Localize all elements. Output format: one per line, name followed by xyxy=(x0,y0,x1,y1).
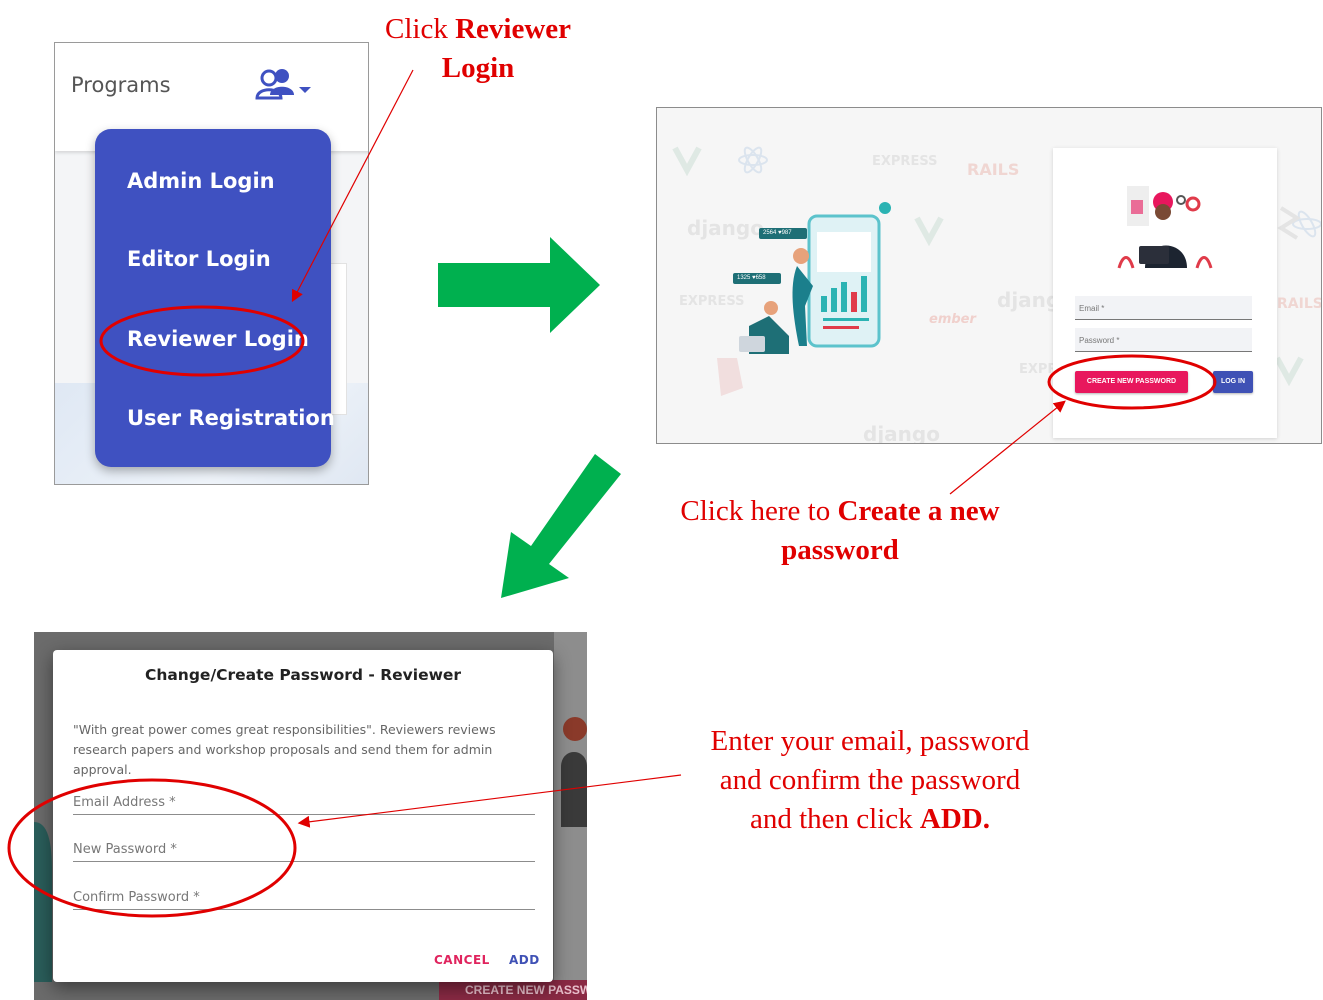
annotation-text: Click xyxy=(384,13,456,45)
step2-annotation: Click here to Create a new password xyxy=(650,492,1030,570)
annotation-text: and confirm the password xyxy=(719,764,1021,796)
annotation-bold-text: Create a new xyxy=(837,495,1000,527)
annotation-text: Enter your email, password xyxy=(710,725,1030,757)
annotation-bold-text: password xyxy=(781,534,899,566)
pointer-line xyxy=(297,774,682,828)
annotation-text: Click here to xyxy=(680,495,838,527)
pointer-line xyxy=(949,400,1066,495)
annotation-text: and then click xyxy=(749,803,920,835)
step3-annotation: Enter your email, password and confirm t… xyxy=(680,722,1060,839)
pointer-line xyxy=(291,69,414,303)
annotation-bold-text: Reviewer xyxy=(455,13,572,45)
annotation-bold-text: ADD. xyxy=(919,803,990,835)
create-password-highlight xyxy=(1047,354,1217,410)
reviewer-login-highlight xyxy=(99,305,305,377)
form-fields-highlight xyxy=(7,778,297,918)
step1-annotation: Click Reviewer Login xyxy=(368,10,588,88)
annotation-bold-text: Login xyxy=(441,52,515,84)
